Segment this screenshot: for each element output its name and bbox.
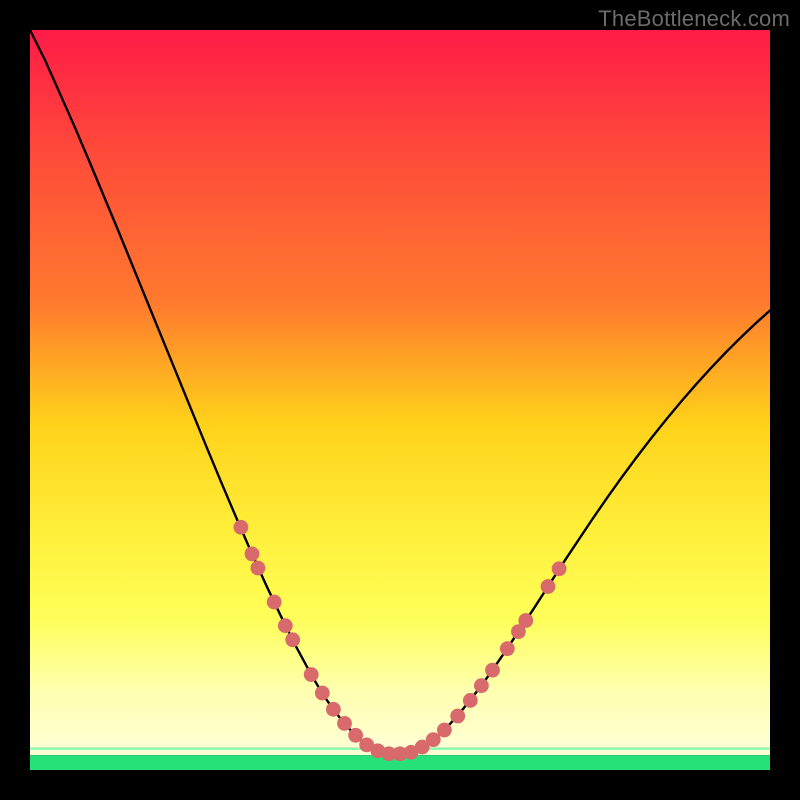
watermark-text: TheBottleneck.com: [598, 6, 790, 32]
data-point: [463, 693, 478, 708]
data-point: [245, 547, 260, 562]
data-point: [541, 579, 556, 594]
data-point: [285, 632, 300, 647]
data-point: [437, 723, 452, 738]
data-point: [518, 613, 533, 628]
data-point: [552, 561, 567, 576]
data-point: [450, 709, 465, 724]
data-point: [278, 618, 293, 633]
data-point: [348, 728, 363, 743]
data-point: [267, 595, 282, 610]
data-point: [500, 641, 515, 656]
bottleneck-curve-chart: [0, 0, 800, 800]
data-point: [337, 716, 352, 731]
frame-bottom: [0, 770, 800, 800]
frame-left: [0, 0, 30, 800]
data-point: [474, 678, 489, 693]
chart-frame: TheBottleneck.com: [0, 0, 800, 800]
data-point: [234, 520, 249, 535]
gradient-background: [30, 30, 770, 748]
data-point: [251, 561, 266, 576]
data-point: [315, 686, 330, 701]
frame-right: [770, 0, 800, 800]
data-point: [326, 702, 341, 717]
data-point: [304, 667, 319, 682]
data-point: [485, 663, 500, 678]
